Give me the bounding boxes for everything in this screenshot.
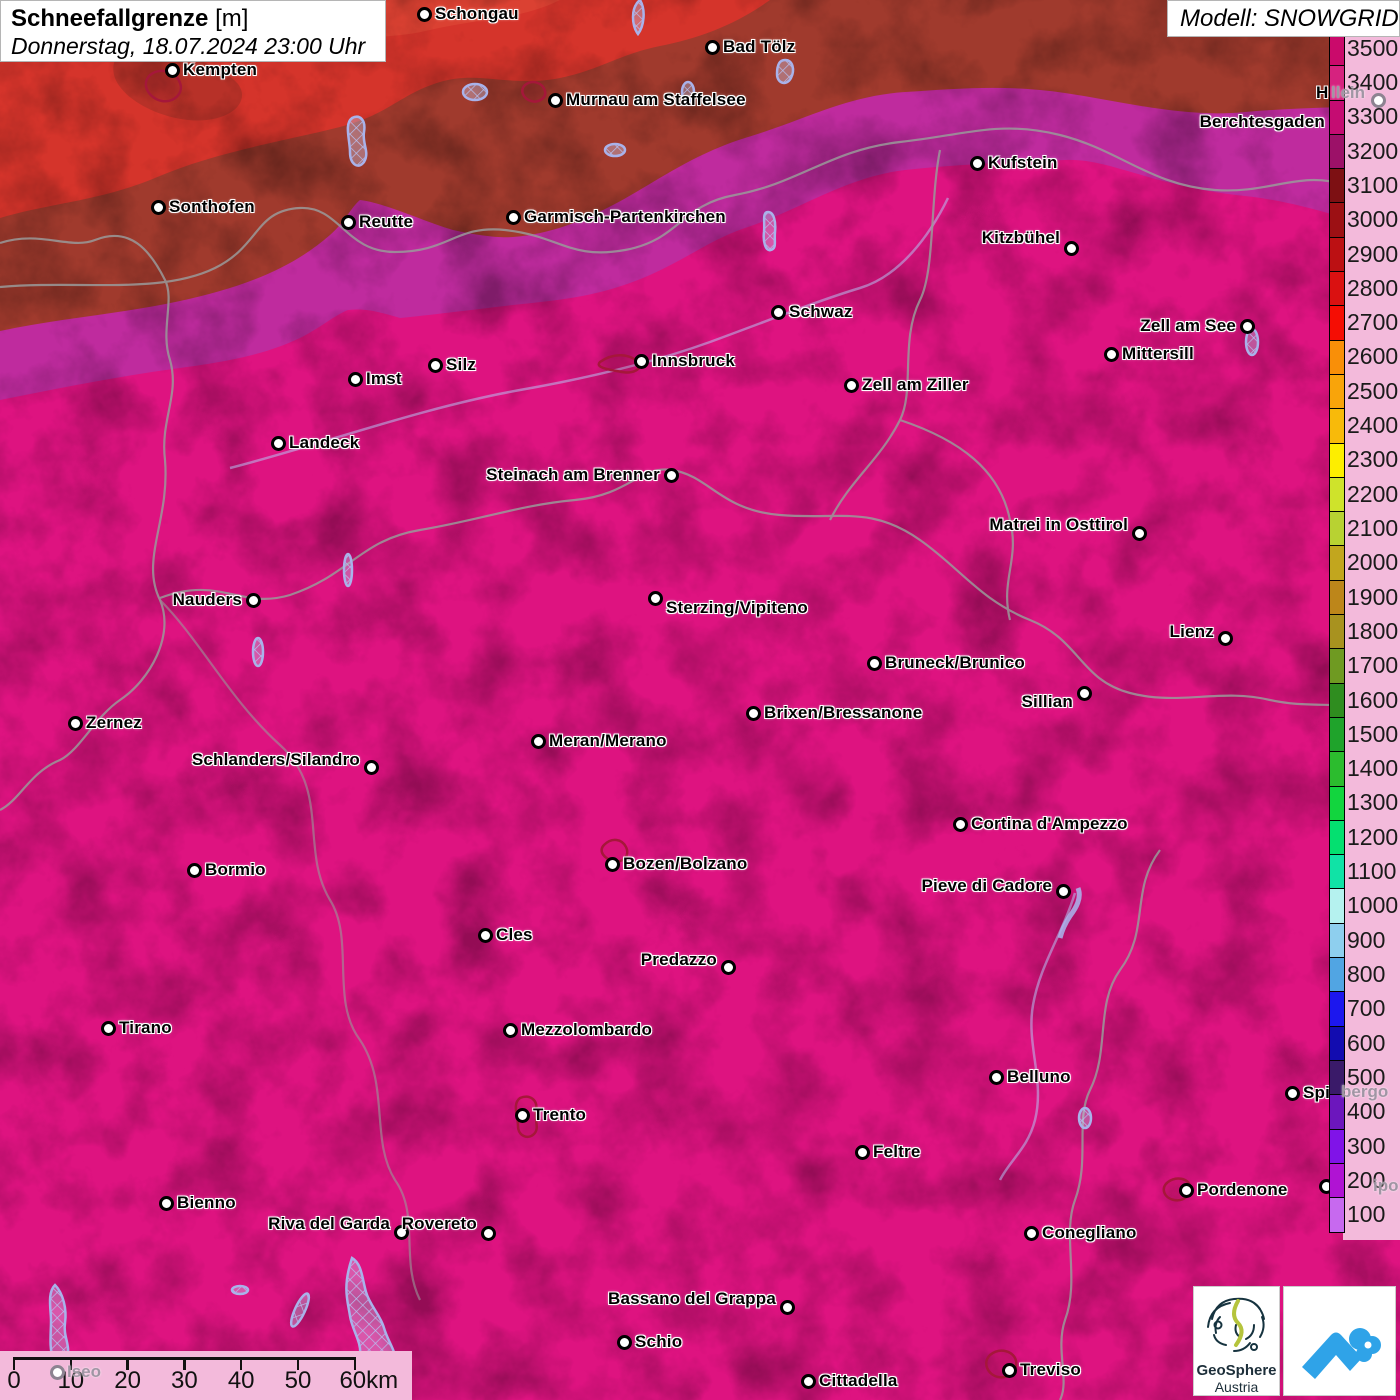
fragment-label: bergo <box>1341 1082 1388 1102</box>
fragment-label: H <box>1316 83 1328 103</box>
weather-map-page: SchongauBad TölzKemptenMurnau am Staffel… <box>0 0 1400 1400</box>
fragment-dot <box>1371 93 1386 108</box>
fragment-label: ipo <box>1373 1176 1399 1196</box>
fragment-label: Iseo <box>67 1362 101 1382</box>
fragment-dot <box>50 1365 65 1380</box>
fragment-label: llein <box>1331 83 1365 103</box>
fragment-layer: Hllein bergo ipo Iseo <box>0 0 1400 1400</box>
